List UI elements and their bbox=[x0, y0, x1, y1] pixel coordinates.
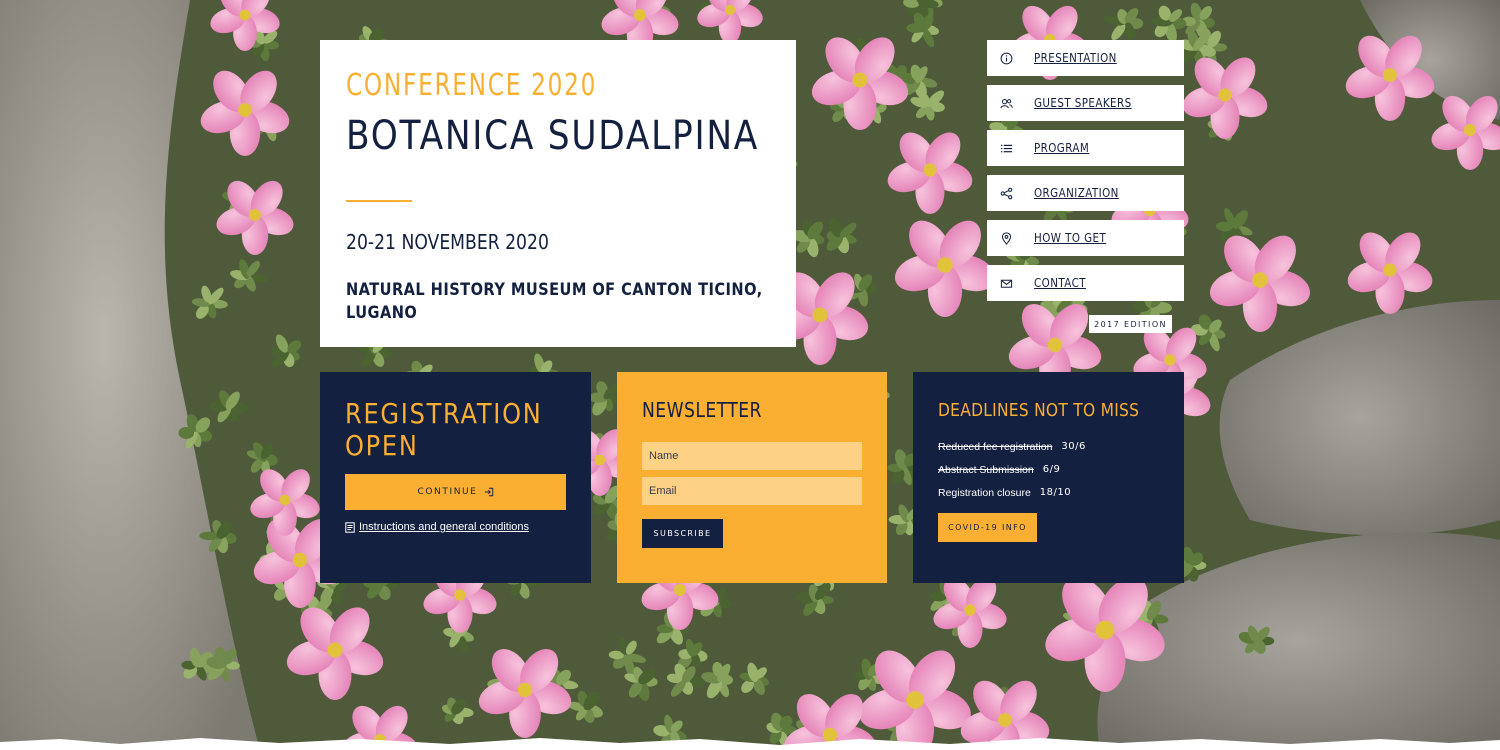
list-icon bbox=[990, 142, 1022, 155]
event-venue: NATURAL HISTORY MUSEUM OF CANTON TICINO,… bbox=[346, 280, 763, 323]
nav-item-guest-speakers[interactable]: GUEST SPEAKERS bbox=[987, 85, 1184, 121]
share-icon bbox=[990, 187, 1022, 200]
nav-label: PROGRAM bbox=[1034, 141, 1090, 155]
deadline-item: Abstract Submission 6/9 bbox=[938, 458, 1159, 481]
deadline-date: 6/9 bbox=[1042, 464, 1061, 475]
document-icon bbox=[345, 521, 355, 533]
nav-label: ORGANIZATION bbox=[1034, 186, 1119, 200]
continue-label: CONTINUE bbox=[417, 487, 478, 497]
nav-label: PRESENTATION bbox=[1034, 51, 1117, 65]
nav-item-presentation[interactable]: PRESENTATION bbox=[987, 40, 1184, 76]
deadline-label: Abstract Submission bbox=[938, 463, 1034, 476]
email-input[interactable] bbox=[642, 477, 862, 505]
deadline-date: 18/10 bbox=[1039, 487, 1072, 498]
deadline-label: Reduced fee registration bbox=[938, 440, 1053, 453]
main-nav: PRESENTATION GUEST SPEAKERS PROGRAM ORGA… bbox=[987, 40, 1184, 310]
deadline-date: 30/6 bbox=[1061, 441, 1086, 452]
login-arrow-icon bbox=[484, 487, 493, 497]
nav-label: CONTACT bbox=[1034, 276, 1086, 290]
newsletter-box: NEWSLETTER SUBSCRIBE bbox=[617, 372, 887, 583]
newsletter-title: NEWSLETTER bbox=[642, 398, 762, 422]
location-pin-icon bbox=[990, 231, 1022, 245]
deadline-item: Registration closure 18/10 bbox=[938, 481, 1159, 504]
continue-button[interactable]: CONTINUE bbox=[345, 474, 566, 510]
registration-title-line1: REGISTRATION bbox=[345, 397, 543, 430]
page-title: BOTANICA SUDALPINA bbox=[346, 113, 760, 159]
nav-label: HOW TO GET bbox=[1034, 231, 1107, 245]
registration-box: REGISTRATION OPEN CONTINUE Instructions … bbox=[320, 372, 591, 583]
subscribe-button[interactable]: SUBSCRIBE bbox=[642, 519, 723, 548]
hero-card: CONFERENCE 2020 BOTANICA SUDALPINA 20-21… bbox=[320, 40, 796, 347]
nav-label: GUEST SPEAKERS bbox=[1034, 96, 1132, 110]
envelope-icon bbox=[990, 277, 1022, 290]
deadlines-box: DEADLINES NOT TO MISS Reduced fee regist… bbox=[913, 372, 1184, 583]
event-date: 20-21 NOVEMBER 2020 bbox=[346, 230, 549, 254]
instructions-link[interactable]: Instructions and general conditions bbox=[345, 521, 566, 533]
covid-info-button[interactable]: COVID-19 INFO bbox=[938, 513, 1037, 542]
title-divider bbox=[346, 200, 412, 202]
deadlines-title: DEADLINES NOT TO MISS bbox=[938, 400, 1140, 421]
nav-item-organization[interactable]: ORGANIZATION bbox=[987, 175, 1184, 211]
deadlines-list: Reduced fee registration 30/6 Abstract S… bbox=[938, 435, 1159, 504]
registration-title-line2: OPEN bbox=[345, 429, 419, 462]
deadline-label: Registration closure bbox=[938, 486, 1031, 499]
nav-item-how-to-get[interactable]: HOW TO GET bbox=[987, 220, 1184, 256]
info-icon bbox=[990, 52, 1022, 65]
edition-2017-link[interactable]: 2017 EDITION bbox=[1089, 315, 1172, 333]
nav-item-program[interactable]: PROGRAM bbox=[987, 130, 1184, 166]
conference-kicker: CONFERENCE 2020 bbox=[346, 68, 598, 103]
nav-item-contact[interactable]: CONTACT bbox=[987, 265, 1184, 301]
name-input[interactable] bbox=[642, 442, 862, 470]
instructions-link-label: Instructions and general conditions bbox=[359, 521, 529, 533]
speakers-icon bbox=[990, 97, 1022, 110]
deadline-item: Reduced fee registration 30/6 bbox=[938, 435, 1159, 458]
